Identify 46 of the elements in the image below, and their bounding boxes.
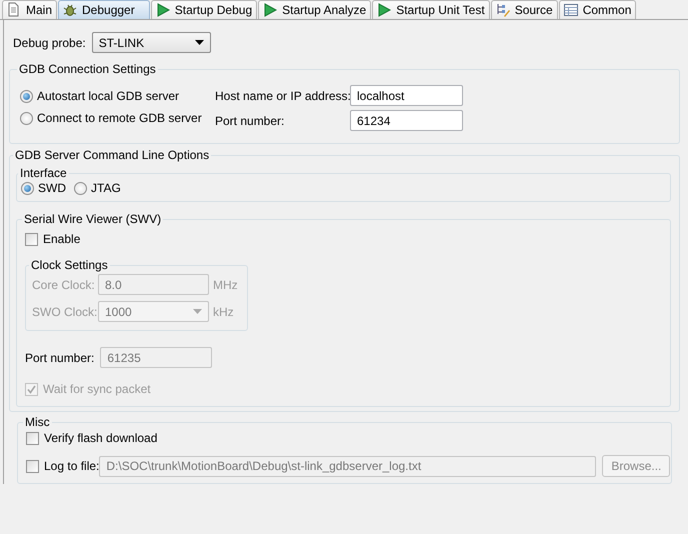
- checkbox[interactable]: [25, 232, 38, 246]
- group-title: Interface: [20, 166, 67, 180]
- field-label: Host name or IP address:: [215, 88, 350, 102]
- field-label: Port number:: [25, 350, 94, 364]
- field-label: Debug probe:: [13, 36, 86, 50]
- radio-button[interactable]: [20, 112, 33, 124]
- radio-button[interactable]: [21, 182, 34, 194]
- field-label: kHz: [213, 304, 234, 318]
- group-title: GDB Connection Settings: [19, 62, 156, 76]
- caret-icon: [194, 40, 204, 45]
- play-icon: [154, 2, 171, 18]
- group-title: Misc: [25, 415, 50, 429]
- group-title: Serial Wire Viewer (SWV): [24, 212, 162, 226]
- tab[interactable]: Startup Unit Test: [372, 0, 490, 19]
- radio-label: SWD: [38, 181, 66, 195]
- debug-probe-dropdown[interactable]: ST-LINK: [92, 32, 211, 53]
- radio-button[interactable]: [20, 90, 33, 102]
- tree-icon: [494, 2, 511, 18]
- checkbox-label: Enable: [43, 232, 80, 246]
- caret-icon: [193, 309, 202, 314]
- field-label: Port number:: [215, 114, 286, 128]
- table-icon: [562, 2, 579, 18]
- field-label: MHz: [213, 278, 238, 292]
- tab[interactable]: Startup Debug: [150, 0, 258, 19]
- port-field[interactable]: 61234: [350, 110, 463, 131]
- tab[interactable]: Main: [2, 0, 58, 19]
- tab[interactable]: Startup Analyze: [258, 0, 372, 19]
- radio-button[interactable]: [74, 182, 87, 194]
- checkbox-label: Log to file:: [44, 459, 100, 473]
- bug-icon: [62, 2, 78, 18]
- checkbox[interactable]: [26, 432, 39, 444]
- host-field[interactable]: localhost: [350, 85, 463, 106]
- radio-label: JTAG: [91, 181, 121, 195]
- tab[interactable]: Common: [558, 0, 636, 19]
- checkbox-label: Verify flash download: [44, 431, 158, 445]
- play-icon: [262, 2, 278, 18]
- checkbox-label: Wait for sync packet: [43, 382, 151, 396]
- radio-label: Autostart local GDB server: [37, 89, 180, 103]
- tab[interactable]: Debugger: [58, 0, 150, 19]
- tab[interactable]: Source: [490, 0, 558, 19]
- play-icon: [376, 2, 392, 18]
- group-title: GDB Server Command Line Options: [15, 148, 210, 162]
- radio-label: Connect to remote GDB server: [37, 111, 202, 125]
- field-label: SWO Clock:: [32, 304, 94, 318]
- group-title: Clock Settings: [31, 258, 108, 272]
- field-label: Core Clock:: [32, 278, 94, 292]
